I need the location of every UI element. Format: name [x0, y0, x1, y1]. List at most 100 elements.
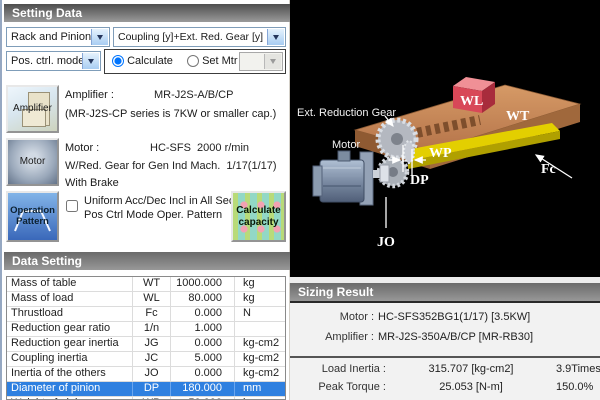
cell-value: 80.000	[171, 292, 235, 306]
cell-label: Inertia of the others	[7, 367, 133, 381]
set-mtr-select	[239, 52, 283, 71]
mechanism-select[interactable]: Rack and Pinion	[6, 27, 110, 47]
table-row[interactable]: Mass of load WL 80.000 kg	[7, 292, 285, 307]
motor-label: Motor :	[65, 142, 99, 154]
table-row[interactable]: Reduction gear inertia JG 0.000 kg-cm2	[7, 337, 285, 352]
coupling-select-value: Coupling [y]+Ext. Red. Gear [y]	[118, 31, 263, 43]
chevron-down-icon[interactable]	[82, 53, 99, 69]
cell-unit: kg	[235, 292, 285, 306]
sizing-result-panel: Motor : HC-SFS352BG1(1/17) [3.5KW] Ampli…	[290, 301, 600, 400]
cell-value: 0.000	[171, 337, 235, 351]
amplifier-note: (MR-J2S-CP series is 7KW or smaller cap.…	[65, 108, 276, 120]
cell-label: Reduction gear ratio	[7, 322, 133, 336]
result-amplifier-label: Amplifier :	[290, 331, 374, 343]
result-motor-line: Motor : HC-SFS352BG1(1/17) [3.5KW]	[290, 311, 600, 323]
cell-symbol: DP	[133, 382, 171, 396]
calculate-capacity-button[interactable]: Calculate capacity	[231, 191, 286, 242]
cell-symbol: JG	[133, 337, 171, 351]
table-row[interactable]: Mass of table WT 1000.000 kg	[7, 277, 285, 292]
cell-label: Mass of load	[7, 292, 133, 306]
table-row-selected[interactable]: Diameter of pinion DP 180.000 mm	[7, 382, 285, 397]
operation-pattern-button-label: Operation Pattern	[10, 206, 55, 228]
uniform-accdec-label-line1: Uniform Acc/Dec Incl in All Sect. of	[84, 195, 253, 207]
chevron-down-icon[interactable]	[91, 29, 108, 45]
amplifier-button[interactable]: Amplifier	[6, 85, 59, 133]
calculate-capacity-button-label: Calculate capacity	[236, 205, 280, 228]
motor-brake-line: With Brake	[65, 177, 119, 189]
amplifier-label: Amplifier :	[65, 89, 114, 101]
operation-pattern-button[interactable]: Operation Pattern	[6, 191, 59, 242]
jo-label: JO	[377, 235, 395, 250]
motor-button[interactable]: Motor	[6, 138, 59, 186]
amplifier-value: MR-J2S-A/B/CP	[154, 89, 233, 101]
dp-label: DP	[410, 173, 429, 188]
cell-value: 1.000	[171, 322, 235, 336]
cell-unit: kg-cm2	[235, 337, 285, 351]
cell-label: Diameter of pinion	[7, 382, 133, 396]
cell-symbol: 1/n	[133, 322, 171, 336]
result-load-inertia-row: Load Inertia : 315.707 [kg-cm2] 3.9Times	[290, 363, 600, 375]
motor-diagram-label: Motor	[332, 139, 360, 151]
data-setting-table: Mass of table WT 1000.000 kg Mass of loa…	[6, 276, 286, 400]
motor-gear-line: W/Red. Gear for Gen Ind Mach. 1/17(1/17)	[65, 160, 277, 172]
cell-value: 180.000	[171, 382, 235, 396]
cell-unit: N	[235, 307, 285, 321]
cell-unit: kg-cm2	[235, 367, 285, 381]
load-inertia-value: 315.707 [kg-cm2]	[386, 363, 556, 375]
calculate-radio-label: Calculate	[127, 55, 173, 67]
chevron-down-icon[interactable]	[267, 29, 284, 45]
cell-label: Reduction gear inertia	[7, 337, 133, 351]
peak-torque-label: Peak Torque :	[290, 381, 386, 393]
set-mtr-radio-option[interactable]: Set Mtr	[187, 55, 238, 67]
motor-3d	[313, 151, 389, 205]
sizing-result-header: Sizing Result	[290, 283, 600, 301]
cell-unit: kg-cm2	[235, 352, 285, 366]
motor-button-label: Motor	[20, 156, 46, 168]
fc-label: Fc	[541, 162, 556, 177]
setting-data-panel: Setting Data Rack and Pinion Coupling [y…	[0, 0, 289, 400]
cell-unit: kg	[235, 277, 285, 291]
control-mode-value: Pos. ctrl. mode	[11, 55, 84, 67]
result-amplifier-line: Amplifier : MR-J2S-350A/B/CP [MR-RB30]	[290, 331, 600, 343]
calc-mode-group: Calculate Set Mtr	[104, 49, 286, 74]
table-row[interactable]: Reduction gear ratio 1/n 1.000	[7, 322, 285, 337]
wp-label: WP	[429, 146, 452, 161]
load-inertia-label: Load Inertia :	[290, 363, 386, 375]
coupling-select[interactable]: Coupling [y]+Ext. Red. Gear [y]	[113, 27, 286, 47]
result-motor-value: HC-SFS352BG1(1/17) [3.5KW]	[374, 311, 530, 323]
mechanism-select-value: Rack and Pinion	[11, 31, 91, 43]
cell-label: Coupling inertia	[7, 352, 133, 366]
amplifier-button-label: Amplifier	[13, 103, 52, 115]
setting-data-header: Setting Data	[4, 4, 293, 22]
result-separator	[290, 356, 600, 358]
cell-label: Mass of table	[7, 277, 133, 291]
cell-value: 0.000	[171, 307, 235, 321]
peak-torque-ratio: 150.0%	[556, 381, 600, 393]
cell-symbol: WT	[133, 277, 171, 291]
table-row[interactable]: Coupling inertia JC 5.000 kg-cm2	[7, 352, 285, 367]
table-row[interactable]: Inertia of the others JO 0.000 kg-cm2	[7, 367, 285, 382]
machine-diagram: Ext. Reduction Gear Motor WL WT WP DP Fc…	[290, 0, 600, 277]
wt-label: WT	[506, 109, 530, 124]
control-mode-select[interactable]: Pos. ctrl. mode	[6, 51, 101, 71]
result-motor-label: Motor :	[290, 311, 374, 323]
motor-value: HC-SFS 2000 r/min	[150, 142, 249, 154]
peak-torque-value: 25.053 [N-m]	[386, 381, 556, 393]
cell-unit	[235, 322, 285, 336]
cell-label: Thrustload	[7, 307, 133, 321]
chevron-down-icon	[264, 54, 281, 69]
uniform-accdec-checkbox[interactable]	[66, 200, 78, 212]
cell-unit: mm	[235, 382, 285, 396]
set-mtr-radio-label: Set Mtr	[202, 55, 237, 67]
uniform-accdec-label-line2: Pos Ctrl Mode Oper. Pattern	[84, 209, 222, 221]
calculate-radio[interactable]	[112, 55, 124, 67]
table-row[interactable]: Thrustload Fc 0.000 N	[7, 307, 285, 322]
cell-symbol: WL	[133, 292, 171, 306]
set-mtr-radio[interactable]	[187, 55, 199, 67]
ext-reduction-gear-label: Ext. Reduction Gear	[297, 107, 396, 119]
cell-symbol: Fc	[133, 307, 171, 321]
calculate-radio-option[interactable]: Calculate	[112, 55, 173, 67]
data-setting-header: Data Setting	[4, 252, 293, 270]
result-peak-torque-row: Peak Torque : 25.053 [N-m] 150.0%	[290, 381, 600, 393]
cell-value: 1000.000	[171, 277, 235, 291]
